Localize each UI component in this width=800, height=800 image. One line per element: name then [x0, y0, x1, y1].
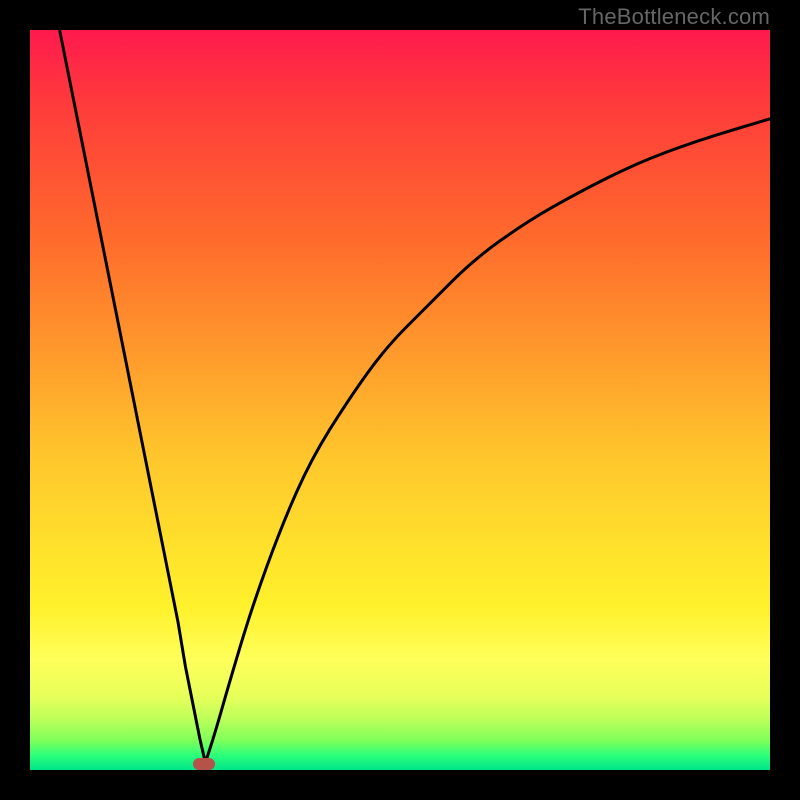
curve-left-branch — [60, 30, 206, 763]
optimal-point-marker — [193, 758, 215, 770]
attribution-text: TheBottleneck.com — [578, 4, 770, 30]
bottleneck-curve — [30, 30, 770, 770]
chart-frame: TheBottleneck.com — [0, 0, 800, 800]
curve-right-branch — [205, 119, 770, 763]
